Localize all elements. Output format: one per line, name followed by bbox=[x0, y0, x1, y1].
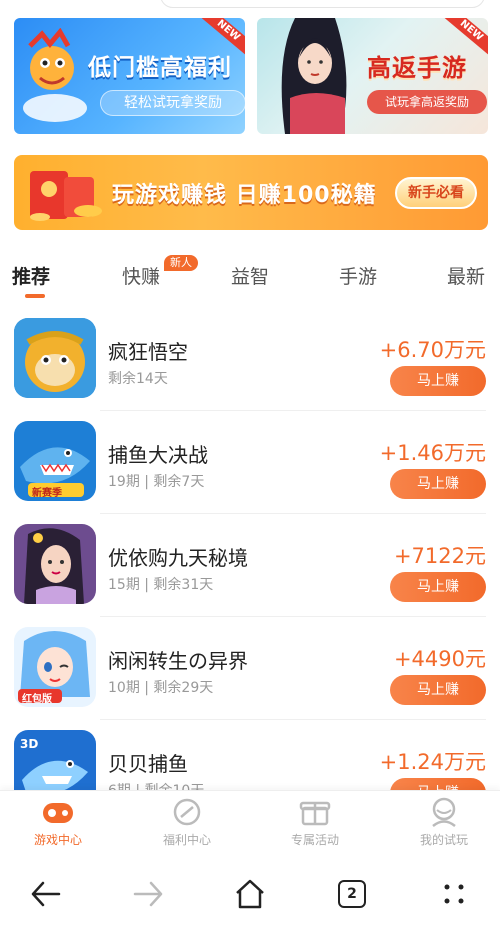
tab-count: 2 bbox=[347, 886, 357, 902]
tab-label: 我的试玩 bbox=[419, 833, 468, 847]
earn-now-button[interactable]: 马上赚 bbox=[390, 366, 486, 396]
more-dots-icon bbox=[444, 884, 464, 904]
gamepad-icon bbox=[43, 803, 73, 823]
fantasy-girl-icon bbox=[14, 524, 96, 604]
tab-recommend[interactable]: 推荐 bbox=[12, 262, 50, 289]
tab-my-trials[interactable]: 我的试玩 bbox=[394, 797, 494, 848]
monkey-king-icon bbox=[14, 318, 96, 398]
banner-title: 玩游戏赚钱 日赚100秘籍 bbox=[112, 183, 377, 208]
gift-icon bbox=[299, 801, 331, 826]
list-item[interactable]: 疯狂悟空 剩余14天 +6.70万元 马上赚 bbox=[0, 308, 500, 411]
tab-label: 专属活动 bbox=[290, 833, 339, 847]
list-item[interactable]: 新赛季 捕鱼大决战 19期 | 剩余7天 +1.46万元 马上赚 bbox=[0, 411, 500, 514]
game-meta: 剩余14天 bbox=[108, 371, 168, 387]
game-name: 疯狂悟空 bbox=[108, 340, 188, 364]
tab-label: 福利中心 bbox=[162, 833, 211, 847]
earn-now-button[interactable]: 马上赚 bbox=[390, 469, 486, 499]
list-item[interactable]: 优依购九天秘境 15期 | 剩余31天 +7122元 马上赚 bbox=[0, 514, 500, 617]
tab-exclusive-events[interactable]: 专属活动 bbox=[265, 797, 365, 848]
banner-earn-guide[interactable]: 玩游戏赚钱 日赚100秘籍 新手必看 bbox=[14, 155, 488, 230]
browser-nav-bar: 2 bbox=[0, 852, 500, 930]
red-envelope-icon bbox=[30, 171, 102, 221]
bottom-tab-bar: 游戏中心 福利中心 专属活动 我的试玩 bbox=[0, 790, 500, 852]
tab-count-icon: 2 bbox=[338, 880, 366, 908]
tab-game-center[interactable]: 游戏中心 bbox=[8, 797, 108, 848]
earn-now-button[interactable]: 马上赚 bbox=[390, 572, 486, 602]
tab-welfare-center[interactable]: 福利中心 bbox=[137, 797, 237, 848]
forward-button[interactable] bbox=[128, 874, 168, 914]
game-reward: +4490元 bbox=[393, 647, 486, 671]
category-tabs: 推荐 快赚 益智 手游 最新 bbox=[0, 262, 500, 302]
home-button[interactable] bbox=[230, 874, 270, 914]
game-meta: 10期 | 剩余29天 bbox=[108, 680, 214, 696]
tab-mobile-games[interactable]: 手游 bbox=[339, 262, 377, 289]
game-reward: +1.46万元 bbox=[379, 441, 486, 465]
tab-label: 游戏中心 bbox=[33, 833, 82, 847]
banner-title: 高返手游 bbox=[367, 54, 467, 82]
banner-title: 低门槛高福利 bbox=[88, 55, 232, 81]
user-icon bbox=[432, 797, 456, 827]
tab-puzzle[interactable]: 益智 bbox=[231, 262, 269, 289]
game-meta: 15期 | 剩余31天 bbox=[108, 577, 214, 593]
list-item[interactable]: 红包版 闲闲转生の异界 10期 | 剩余29天 +4490元 马上赚 bbox=[0, 617, 500, 720]
game-name: 优依购九天秘境 bbox=[108, 546, 248, 570]
tabs-button[interactable]: 2 bbox=[332, 874, 372, 914]
banner-cta[interactable]: 轻松试玩拿奖励 bbox=[100, 90, 245, 116]
icon-badge: 红包版 bbox=[22, 694, 52, 705]
anime-girl-icon: 红包版 bbox=[14, 627, 96, 707]
arrow-right-icon bbox=[133, 881, 163, 907]
cartoon-mascot-icon bbox=[23, 28, 87, 122]
menu-button[interactable] bbox=[434, 874, 474, 914]
arrow-left-icon bbox=[31, 881, 61, 907]
newcomer-badge: 新人 bbox=[164, 255, 198, 271]
game-reward: +1.24万元 bbox=[379, 750, 486, 774]
banner-high-return[interactable]: 高返手游 试玩拿高返奖励 NEW bbox=[257, 18, 488, 134]
back-button[interactable] bbox=[26, 874, 66, 914]
banner-cta[interactable]: 试玩拿高返奖励 bbox=[367, 90, 487, 114]
banner-low-threshold[interactable]: 低门槛高福利 轻松试玩拿奖励 NEW bbox=[14, 18, 245, 134]
game-reward: +6.70万元 bbox=[379, 338, 486, 362]
tab-newest[interactable]: 最新 bbox=[447, 262, 485, 289]
icon-badge: 新赛季 bbox=[32, 488, 62, 499]
active-tab-indicator bbox=[25, 294, 45, 298]
game-name: 贝贝捕鱼 bbox=[108, 752, 188, 776]
shark-game-icon: 新赛季 bbox=[14, 421, 96, 501]
game-name: 闲闲转生の异界 bbox=[108, 649, 248, 673]
game-meta: 19期 | 剩余7天 bbox=[108, 474, 205, 490]
home-icon bbox=[236, 879, 264, 909]
character-portrait-icon bbox=[281, 18, 347, 134]
beginner-guide-button[interactable]: 新手必看 bbox=[395, 177, 477, 209]
svg-text:3D: 3D bbox=[20, 737, 38, 751]
tab-quick-earn[interactable]: 快赚 bbox=[122, 262, 160, 289]
game-name: 捕鱼大决战 bbox=[108, 443, 208, 467]
earn-now-button[interactable]: 马上赚 bbox=[390, 675, 486, 705]
top-search-edge bbox=[160, 0, 485, 8]
coin-icon bbox=[173, 798, 201, 826]
game-reward: +7122元 bbox=[393, 544, 486, 568]
